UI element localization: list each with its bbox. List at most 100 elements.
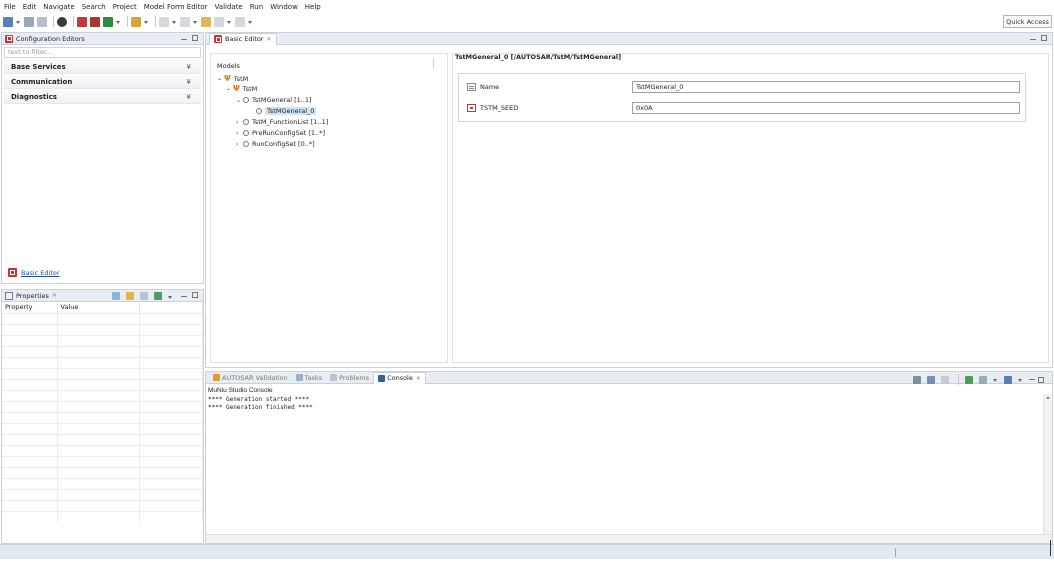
table-row [2, 334, 203, 346]
tree-node-label-selected: TstMGeneral_0 [265, 107, 317, 115]
tab-autosar-validation[interactable]: AUTOSAR Validation [209, 372, 292, 384]
tab-problems[interactable]: Problems [326, 372, 373, 384]
basic-editor-link[interactable]: Basic Editor [8, 268, 60, 277]
category-base-services[interactable]: Base Services ¥ [4, 60, 201, 74]
horizontal-scrollbar[interactable] [206, 534, 1052, 543]
run-icon[interactable] [103, 16, 113, 27]
console-title-label: MuNiu Studio Console [208, 387, 273, 394]
scroll-lock-icon[interactable] [927, 375, 935, 384]
tstm-seed-input[interactable]: 0x0A [632, 102, 1020, 114]
new-icon[interactable] [3, 16, 13, 27]
chevron-down-icon[interactable]: ⌄ [217, 75, 224, 82]
show-categories-icon[interactable] [126, 292, 134, 300]
tree-node-pre-run-config-set[interactable]: › PreRunConfigSet [1..*] [236, 129, 325, 137]
chevron-down-icon[interactable]: ¥ [187, 93, 191, 101]
display-console-icon[interactable] [979, 375, 987, 384]
tree-node-tstm-root[interactable]: ⌄ Ψ TstM [217, 74, 248, 83]
prev-annotation-icon[interactable] [180, 16, 190, 27]
tree-node-run-config-set[interactable]: › RunConfigSet [0..*] [236, 140, 315, 148]
back-dropdown-icon[interactable] [227, 17, 232, 27]
save-icon[interactable] [24, 16, 34, 27]
tree-node-function-list[interactable]: › TstM_FunctionList [1..1] [236, 118, 328, 126]
pin-icon[interactable] [112, 292, 120, 300]
menu-validate[interactable]: Validate [215, 3, 243, 11]
last-edit-icon[interactable] [201, 16, 211, 27]
basic-editor-link-label[interactable]: Basic Editor [21, 269, 60, 277]
table-row [2, 477, 203, 489]
view-controls [1030, 35, 1047, 41]
maximize-icon[interactable] [192, 292, 198, 298]
chevron-down-icon[interactable]: ¥ [187, 78, 191, 86]
minimize-icon[interactable] [181, 39, 187, 40]
quick-access-field[interactable]: Quick Access [1003, 15, 1052, 28]
next-annotation-icon[interactable] [159, 16, 169, 27]
menu-model-form-editor[interactable]: Model Form Editor [144, 3, 208, 11]
validate-icon[interactable] [90, 16, 100, 27]
prev-annotation-dropdown-icon[interactable] [193, 17, 198, 27]
menu-help[interactable]: Help [305, 3, 321, 11]
forward-icon[interactable] [235, 16, 245, 27]
tab-basic-editor[interactable]: Basic Editor ✕ [209, 32, 277, 45]
close-icon[interactable]: ✕ [52, 292, 57, 299]
next-annotation-dropdown-icon[interactable] [172, 17, 177, 27]
display-console-dropdown-icon[interactable] [993, 375, 998, 385]
pencil-dropdown-icon[interactable] [144, 17, 149, 27]
chevron-down-icon[interactable]: ¥ [187, 63, 191, 71]
settings-icon[interactable] [57, 16, 67, 27]
tree-node-tstm[interactable]: ⌄ Ψ TstM [226, 84, 257, 93]
tree-node-tstm-general-0[interactable]: TstMGeneral_0 [256, 107, 317, 115]
properties-toolbar [112, 292, 176, 302]
chevron-right-icon[interactable]: › [236, 141, 243, 148]
console-output[interactable]: **** Generation started **** **** Genera… [206, 394, 1052, 413]
maximize-icon[interactable] [1041, 35, 1047, 41]
save-all-icon[interactable] [37, 16, 47, 27]
category-communication[interactable]: Communication ¥ [4, 75, 201, 89]
minimize-icon[interactable] [181, 296, 187, 297]
open-console-dropdown-icon[interactable] [1018, 375, 1023, 385]
integer-field-icon [467, 104, 476, 112]
field-seed-label-row: TSTM_SEED [467, 104, 518, 112]
tree-node-label: TstM [233, 74, 249, 83]
tab-label: Problems [339, 373, 370, 382]
menu-file[interactable]: File [4, 3, 16, 11]
menu-edit[interactable]: Edit [23, 3, 37, 11]
tab-console[interactable]: Console ✕ [373, 371, 426, 384]
tree-node-tstm-general[interactable]: ⌄ TstMGeneral [1..1] [236, 96, 312, 104]
filter-input[interactable]: text to filter... [4, 47, 201, 58]
run-dropdown-icon[interactable] [116, 17, 121, 27]
open-console-icon[interactable] [1004, 375, 1012, 384]
menu-navigate[interactable]: Navigate [43, 3, 74, 11]
maximize-icon[interactable] [192, 35, 198, 41]
new-dropdown-icon[interactable] [16, 17, 21, 27]
menu-project[interactable]: Project [113, 3, 137, 11]
tree-splitter[interactable] [433, 58, 434, 68]
vertical-scrollbar[interactable] [1043, 394, 1052, 540]
clear-console-icon[interactable] [913, 375, 921, 384]
category-diagnostics[interactable]: Diagnostics ¥ [4, 90, 201, 104]
menu-run[interactable]: Run [250, 3, 263, 11]
maximize-icon[interactable] [1038, 376, 1044, 383]
menu-window[interactable]: Window [270, 3, 298, 11]
restore-default-icon[interactable] [154, 292, 162, 300]
chevron-down-icon[interactable]: ⌄ [236, 97, 243, 104]
chevron-right-icon[interactable]: › [236, 130, 243, 137]
forward-dropdown-icon[interactable] [248, 17, 253, 27]
close-icon[interactable]: ✕ [416, 375, 421, 382]
pin-console-icon[interactable] [965, 375, 973, 384]
table-header-row: Property Value [2, 302, 203, 313]
pencil-icon[interactable] [131, 16, 141, 27]
chevron-right-icon[interactable]: › [236, 119, 243, 126]
tab-tasks[interactable]: Tasks [292, 372, 326, 384]
table-row [2, 323, 203, 335]
name-input[interactable]: TstMGeneral_0 [632, 81, 1020, 93]
close-icon[interactable]: ✕ [267, 36, 272, 43]
menu-search[interactable]: Search [82, 3, 106, 11]
minimize-icon[interactable] [1030, 39, 1036, 40]
view-menu-icon[interactable] [168, 292, 173, 302]
generate-icon[interactable] [77, 16, 87, 27]
word-wrap-icon[interactable] [941, 375, 949, 384]
chevron-down-icon[interactable]: ⌄ [226, 85, 233, 92]
show-advanced-icon[interactable] [140, 292, 148, 300]
minimize-icon[interactable] [1029, 379, 1035, 380]
back-icon[interactable] [214, 16, 224, 27]
